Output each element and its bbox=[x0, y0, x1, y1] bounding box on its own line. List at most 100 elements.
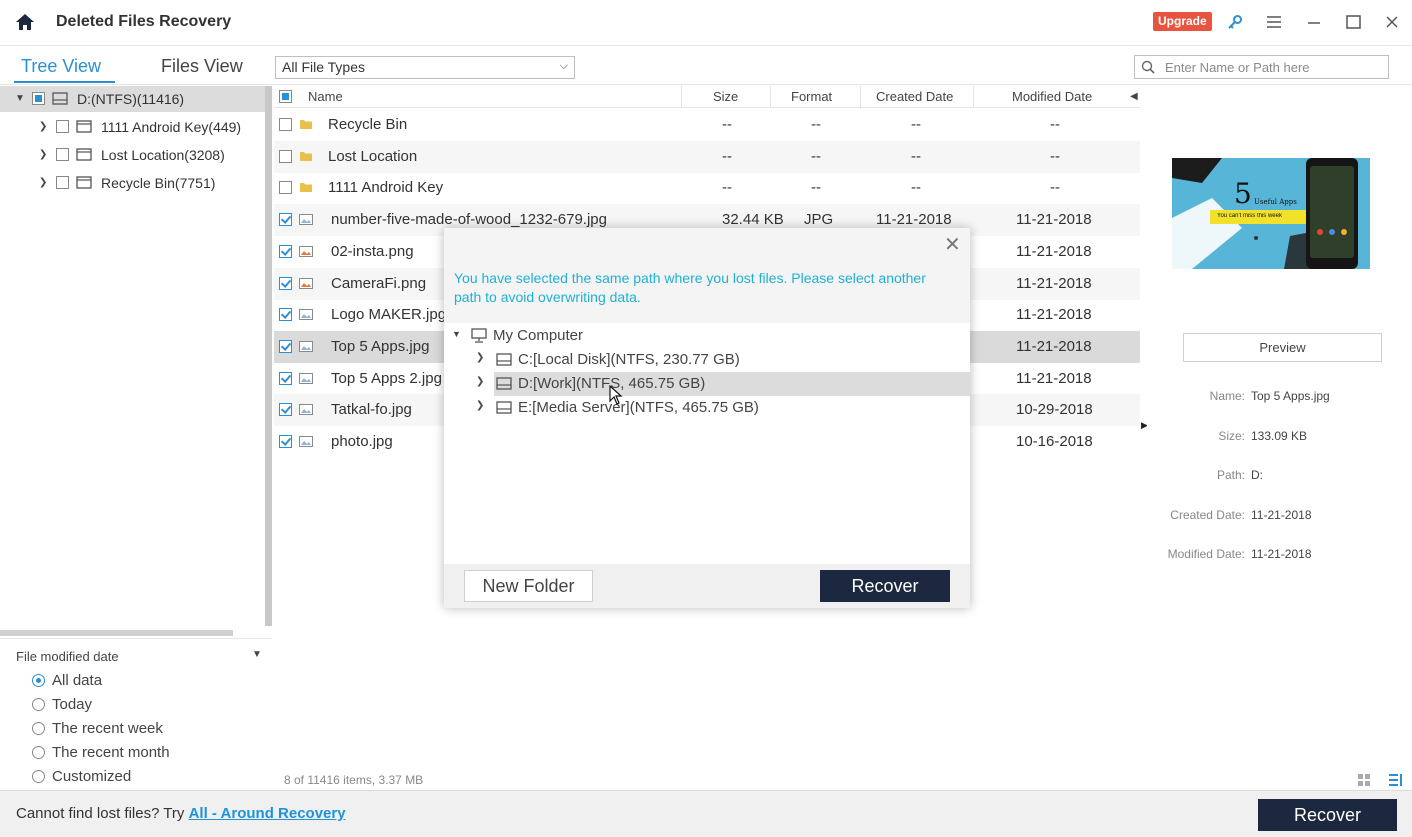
column-created-date[interactable]: Created Date bbox=[876, 89, 953, 104]
table-row[interactable]: Recycle Bin -- -- -- -- bbox=[274, 109, 1140, 141]
drive-icon bbox=[496, 353, 512, 366]
cell-name: CameraFi.png bbox=[331, 274, 427, 292]
tab-tree-view[interactable]: Tree View bbox=[21, 56, 101, 77]
preview-button[interactable]: Preview bbox=[1183, 333, 1382, 362]
tree-vertical-scrollbar[interactable] bbox=[265, 86, 272, 626]
caret-right-icon[interactable]: ❯ bbox=[39, 177, 47, 188]
bottom-prompt-text: Cannot find lost files? Try bbox=[16, 805, 189, 822]
grid-view-icon[interactable] bbox=[1357, 773, 1371, 787]
caret-right-icon[interactable]: ❯ bbox=[39, 149, 47, 160]
thumb-tagline: You can't miss this week bbox=[1217, 213, 1282, 219]
radio-button[interactable] bbox=[32, 770, 45, 783]
table-row[interactable]: 1111 Android Key -- -- -- -- bbox=[274, 172, 1140, 204]
column-modified-date[interactable]: Modified Date bbox=[1012, 89, 1092, 104]
caret-right-icon[interactable]: ❯ bbox=[476, 400, 484, 411]
tree-node-recycle-bin[interactable]: ❯ Recycle Bin(7751) bbox=[0, 170, 268, 196]
row-checkbox[interactable] bbox=[279, 213, 292, 227]
recover-button[interactable]: Recover bbox=[1258, 799, 1397, 831]
all-around-recovery-link[interactable]: All - Around Recovery bbox=[189, 805, 346, 822]
table-row[interactable]: Lost Location -- -- -- -- bbox=[274, 140, 1140, 173]
cell-size: -- bbox=[722, 179, 732, 197]
computer-icon bbox=[471, 328, 487, 343]
cell-modified-date: 10-16-2018 bbox=[1016, 433, 1093, 450]
radio-button[interactable] bbox=[32, 674, 45, 687]
radio-label: Customized bbox=[52, 768, 132, 785]
tree-node-root[interactable]: ▼ D:(NTFS)(11416) bbox=[0, 86, 268, 112]
row-checkbox[interactable] bbox=[279, 118, 292, 131]
search-box[interactable] bbox=[1134, 55, 1389, 79]
dialog-drive-e[interactable]: ❯ E:[Media Server](NTFS, 465.75 GB) bbox=[444, 396, 970, 420]
filter-title: File modified date bbox=[16, 649, 119, 664]
dialog-close-icon[interactable]: ✕ bbox=[944, 232, 961, 257]
cell-name: 02-insta.png bbox=[331, 242, 414, 260]
key-icon[interactable] bbox=[1225, 12, 1245, 32]
dialog-tree-root[interactable]: ▼ My Computer bbox=[444, 324, 970, 348]
search-icon bbox=[1141, 60, 1155, 74]
cell-modified-date: 11-21-2018 bbox=[1016, 274, 1092, 292]
row-checkbox[interactable] bbox=[279, 308, 292, 322]
cell-modified-date: 10-29-2018 bbox=[1016, 401, 1093, 419]
column-separator bbox=[860, 86, 861, 108]
list-view-icon[interactable] bbox=[1388, 773, 1404, 787]
caret-right-icon[interactable]: ❯ bbox=[476, 352, 484, 363]
caret-right-icon[interactable]: ❯ bbox=[39, 121, 47, 132]
menu-icon[interactable] bbox=[1264, 12, 1284, 32]
tree-checkbox[interactable] bbox=[32, 92, 45, 105]
row-checkbox[interactable] bbox=[279, 276, 292, 290]
column-name[interactable]: Name bbox=[308, 89, 343, 104]
dialog-footer: New Folder Recover bbox=[444, 564, 970, 608]
tree-node-android-key[interactable]: ❯ 1111 Android Key(449) bbox=[0, 114, 268, 140]
caret-down-icon[interactable]: ▼ bbox=[15, 93, 25, 104]
maximize-icon[interactable] bbox=[1343, 12, 1363, 32]
caret-down-icon[interactable]: ▼ bbox=[452, 329, 461, 339]
drive-label: E:[Media Server](NTFS, 465.75 GB) bbox=[518, 399, 759, 416]
cell-format: -- bbox=[811, 179, 821, 197]
cell-created-date: 11-21-2018 bbox=[876, 211, 952, 229]
tree-horizontal-scrollbar[interactable] bbox=[0, 630, 233, 636]
select-all-checkbox[interactable] bbox=[279, 90, 292, 103]
tree-label: 1111 Android Key(449) bbox=[101, 119, 242, 135]
dialog-recover-button[interactable]: Recover bbox=[820, 570, 950, 602]
cell-size: -- bbox=[722, 116, 732, 133]
preview-thumbnail: 5 Useful Apps You can't miss this week bbox=[1172, 158, 1370, 269]
upgrade-button[interactable]: Upgrade bbox=[1153, 12, 1212, 31]
tree-checkbox[interactable] bbox=[56, 176, 69, 189]
radio-button[interactable] bbox=[32, 746, 45, 759]
tree-node-lost-location[interactable]: ❯ Lost Location(3208) bbox=[0, 142, 268, 168]
image-file-icon bbox=[299, 404, 313, 416]
tab-files-view[interactable]: Files View bbox=[161, 56, 243, 77]
dialog-drive-c[interactable]: ❯ C:[Local Disk](NTFS, 230.77 GB) bbox=[444, 348, 970, 372]
search-input[interactable] bbox=[1165, 58, 1385, 76]
tree-checkbox[interactable] bbox=[56, 148, 69, 161]
cell-modified-date: 11-21-2018 bbox=[1016, 337, 1092, 355]
close-icon[interactable] bbox=[1382, 12, 1402, 32]
column-size[interactable]: Size bbox=[713, 89, 738, 104]
scroll-right-icon[interactable]: ◀ bbox=[1130, 91, 1138, 102]
row-checkbox[interactable] bbox=[279, 181, 292, 195]
row-checkbox[interactable] bbox=[279, 149, 292, 163]
minimize-icon[interactable] bbox=[1304, 12, 1324, 32]
cell-name: photo.jpg bbox=[331, 433, 393, 450]
image-file-icon bbox=[299, 214, 313, 226]
image-file-icon bbox=[299, 245, 313, 257]
chevron-down-icon[interactable]: ▼ bbox=[252, 649, 262, 660]
tree-checkbox[interactable] bbox=[56, 120, 69, 133]
radio-button[interactable] bbox=[32, 722, 45, 735]
row-checkbox[interactable] bbox=[279, 339, 292, 353]
dialog-tree-root-label: My Computer bbox=[493, 327, 584, 344]
dialog-drive-d[interactable]: ❯ D:[Work](NTFS, 465.75 GB) bbox=[476, 372, 970, 396]
cell-modified-date: 11-21-2018 bbox=[1016, 242, 1092, 260]
row-checkbox[interactable] bbox=[279, 403, 292, 417]
folder-outline-icon bbox=[76, 148, 92, 161]
radio-button[interactable] bbox=[32, 698, 45, 711]
home-icon[interactable] bbox=[14, 11, 36, 33]
cell-format: -- bbox=[811, 116, 821, 133]
caret-right-icon[interactable]: ❯ bbox=[476, 376, 484, 387]
column-format[interactable]: Format bbox=[791, 89, 832, 104]
row-checkbox[interactable] bbox=[279, 435, 292, 448]
cell-modified-date: -- bbox=[1050, 147, 1060, 165]
row-checkbox[interactable] bbox=[279, 244, 292, 258]
row-checkbox[interactable] bbox=[279, 371, 292, 385]
file-type-dropdown[interactable]: All File Types ⌵ bbox=[275, 56, 575, 79]
new-folder-button[interactable]: New Folder bbox=[464, 570, 593, 602]
